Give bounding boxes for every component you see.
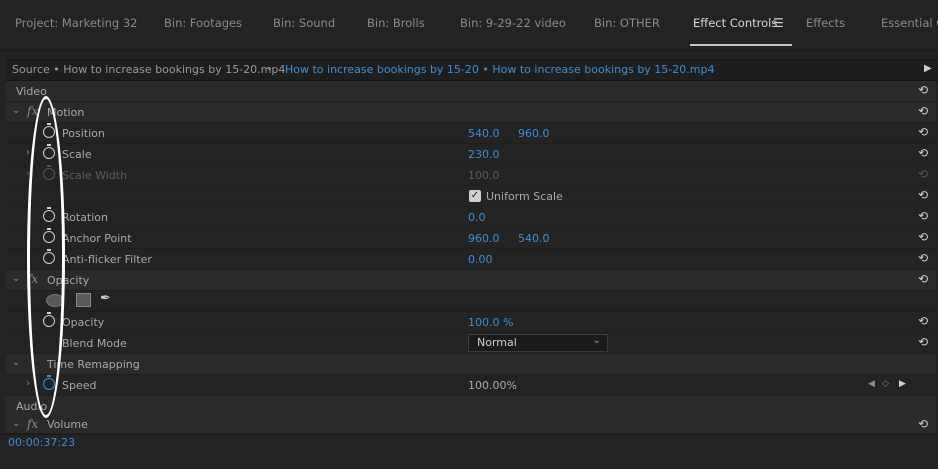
time-remapping-row[interactable]: ⌄ Time Remapping (6, 354, 936, 375)
tab-effects[interactable]: Effects (806, 16, 845, 30)
tab-bin-sound[interactable]: Bin: Sound (273, 16, 335, 30)
speed-label: Speed (62, 379, 97, 392)
tab-bin-brolls[interactable]: Bin: Brolls (367, 16, 425, 30)
reset-icon[interactable]: ⟲ (918, 83, 928, 97)
speed-value[interactable]: 100.00% (468, 379, 517, 392)
reset-icon[interactable]: ⟲ (918, 230, 928, 244)
chevron-right-icon[interactable]: › (26, 378, 30, 389)
reset-icon[interactable]: ⟲ (918, 104, 928, 118)
video-label: Video (16, 85, 47, 98)
chevron-down-icon: ⌄ (592, 335, 601, 346)
motion-effect-row[interactable]: ⌄ fx Motion ⟲ (6, 102, 936, 123)
position-x-value[interactable]: 540.0 (468, 127, 500, 140)
fx-icon[interactable]: fx (27, 417, 38, 431)
blend-mode-label: Blend Mode (62, 337, 127, 350)
tab-essential-graphics[interactable]: Essential Gi (881, 16, 938, 30)
uniform-scale-row: ✓ Uniform Scale ⟲ (6, 186, 936, 207)
timecode[interactable]: 00:00:37:23 (8, 436, 75, 449)
scale-width-value: 100.0 (468, 169, 500, 182)
tab-effect-controls[interactable]: Effect Controls (693, 16, 777, 30)
sequence-clip-link[interactable]: How to increase bookings by 15-20 • How … (285, 63, 714, 76)
anti-flicker-value[interactable]: 0.00 (468, 253, 493, 266)
speed-row: › Speed 100.00% ◀ ◇ ▶ (6, 375, 936, 396)
position-y-value[interactable]: 960.0 (518, 127, 550, 140)
add-keyframe-icon[interactable]: ◇ (882, 379, 889, 389)
blend-mode-dropdown[interactable]: Normal ⌄ (468, 334, 608, 352)
rectangle-mask-icon[interactable] (76, 293, 91, 307)
mask-tools-row: ✒ (6, 291, 936, 312)
video-section-header: Video ⟲ (6, 81, 936, 102)
blend-mode-row: Blend Mode Normal ⌄ ⟲ (6, 333, 936, 354)
reset-icon[interactable]: ⟲ (918, 146, 928, 160)
reset-icon[interactable]: ⟲ (918, 272, 928, 286)
anchor-point-row: Anchor Point 960.0 540.0 ⟲ (6, 228, 936, 249)
rotation-label: Rotation (62, 211, 109, 224)
opacity-row: Opacity 100.0 % ⟲ (6, 312, 936, 333)
volume-effect-row[interactable]: ⌄ fx Volume ⟲ (6, 415, 936, 434)
reset-icon[interactable]: ⟲ (918, 251, 928, 265)
uniform-scale-checkbox[interactable]: ✓ (469, 190, 481, 202)
anti-flicker-label: Anti-flicker Filter (62, 253, 152, 266)
volume-label: Volume (47, 418, 88, 431)
chevron-down-icon[interactable]: ⌄ (12, 273, 20, 284)
reset-icon[interactable]: ⟲ (918, 335, 928, 349)
reset-icon[interactable]: ⟲ (918, 125, 928, 139)
pen-mask-icon[interactable]: ✒ (100, 291, 111, 306)
tab-project[interactable]: Project: Marketing 32 (15, 16, 137, 30)
scale-width-label: Scale Width (62, 169, 128, 182)
chevron-down-icon[interactable]: ⌄ (265, 62, 273, 73)
anti-flicker-row: Anti-flicker Filter 0.00 ⟲ (6, 249, 936, 270)
prev-keyframe-icon[interactable]: ◀ (868, 379, 875, 389)
chevron-right-icon[interactable]: › (26, 147, 30, 158)
anchor-y-value[interactable]: 540.0 (518, 232, 550, 245)
chevron-down-icon[interactable]: ⌄ (12, 105, 20, 116)
panel-tab-bar: Project: Marketing 32 Bin: Footages Bin:… (0, 0, 938, 51)
anchor-x-value[interactable]: 960.0 (468, 232, 500, 245)
uniform-scale-label: Uniform Scale (486, 190, 563, 203)
status-bar: 00:00:37:23 (0, 434, 938, 469)
tab-bin-other[interactable]: Bin: OTHER (594, 16, 660, 30)
active-tab-indicator (690, 44, 792, 46)
opacity-effect-row[interactable]: ⌄ fx Opacity ⟲ (6, 270, 936, 291)
next-keyframe-icon[interactable]: ▶ (899, 379, 906, 389)
chevron-down-icon[interactable]: ⌄ (12, 418, 20, 429)
reset-icon[interactable]: ⟲ (918, 188, 928, 202)
opacity-value[interactable]: 100.0 % (468, 316, 513, 329)
time-remapping-label: Time Remapping (47, 358, 140, 371)
position-row: Position 540.0 960.0 ⟲ (6, 123, 936, 144)
hamburger-menu-icon[interactable]: ☰ (773, 16, 784, 30)
scale-row: › Scale 230.0 ⟲ (6, 144, 936, 165)
reset-icon[interactable]: ⟲ (918, 417, 928, 431)
annotation-ellipse (27, 96, 65, 418)
scale-value[interactable]: 230.0 (468, 148, 500, 161)
chevron-down-icon[interactable]: ⌄ (12, 357, 20, 368)
play-triangle-icon[interactable]: ▶ (924, 63, 932, 74)
rotation-value[interactable]: 0.0 (468, 211, 486, 224)
source-bar: Source • How to increase bookings by 15-… (6, 59, 938, 81)
audio-section-header: Audio (6, 396, 936, 417)
tab-bin-video[interactable]: Bin: 9-29-22 video (460, 16, 566, 30)
scale-width-row: › Scale Width 100.0 ⟲ (6, 165, 936, 186)
source-clip-label: Source • How to increase bookings by 15-… (12, 63, 286, 76)
reset-icon[interactable]: ⟲ (918, 209, 928, 223)
rotation-row: Rotation 0.0 ⟲ (6, 207, 936, 228)
reset-icon[interactable]: ⟲ (918, 314, 928, 328)
reset-icon: ⟲ (918, 167, 929, 181)
position-label: Position (62, 127, 105, 140)
anchor-point-label: Anchor Point (62, 232, 132, 245)
opacity-label: Opacity (62, 316, 105, 329)
blend-mode-value: Normal (477, 336, 517, 349)
scale-label: Scale (62, 148, 92, 161)
tab-bin-footages[interactable]: Bin: Footages (164, 16, 242, 30)
